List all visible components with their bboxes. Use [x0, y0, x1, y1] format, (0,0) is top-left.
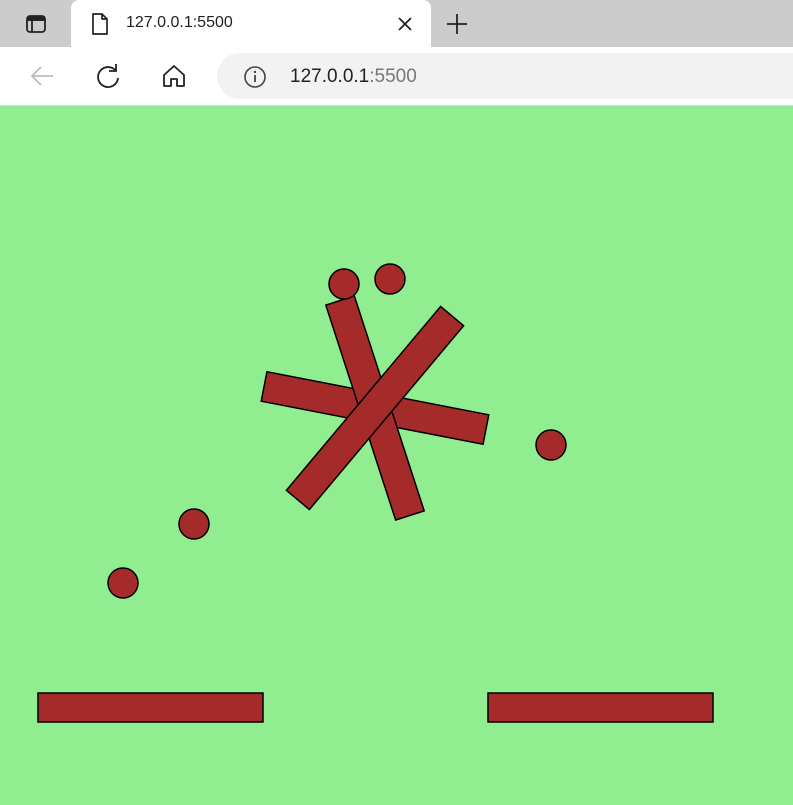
- tab-actions-icon: [26, 15, 46, 33]
- plus-icon[interactable]: [444, 11, 470, 37]
- physics-scene: [37, 263, 714, 723]
- tab-actions-button[interactable]: [14, 10, 58, 38]
- url-text: 127.0.0.1:5500: [290, 66, 417, 88]
- tab-title: 127.0.0.1:5500: [126, 14, 233, 31]
- ball: [178, 508, 210, 540]
- tab-strip: 127.0.0.1:5500: [0, 0, 793, 47]
- browser-toolbar: 127.0.0.1:5500: [0, 47, 793, 106]
- active-tab[interactable]: 127.0.0.1:5500: [71, 0, 431, 47]
- close-icon[interactable]: [393, 12, 417, 36]
- page-icon: [92, 13, 108, 35]
- url-port: :5500: [369, 66, 417, 87]
- refresh-icon[interactable]: [94, 62, 122, 90]
- platform-left: [37, 692, 264, 723]
- ball: [107, 567, 139, 599]
- platform-right: [487, 692, 714, 723]
- home-icon[interactable]: [160, 62, 188, 90]
- ball: [535, 429, 567, 461]
- url-host: 127.0.0.1: [290, 66, 370, 87]
- ball: [328, 268, 360, 300]
- info-icon[interactable]: [243, 65, 267, 89]
- game-canvas[interactable]: [0, 106, 793, 805]
- ball: [374, 263, 406, 295]
- back-arrow-icon[interactable]: [28, 62, 56, 90]
- address-bar[interactable]: 127.0.0.1:5500: [217, 53, 793, 99]
- browser-chrome: 127.0.0.1:5500 127.0.0.1:5500: [0, 0, 793, 106]
